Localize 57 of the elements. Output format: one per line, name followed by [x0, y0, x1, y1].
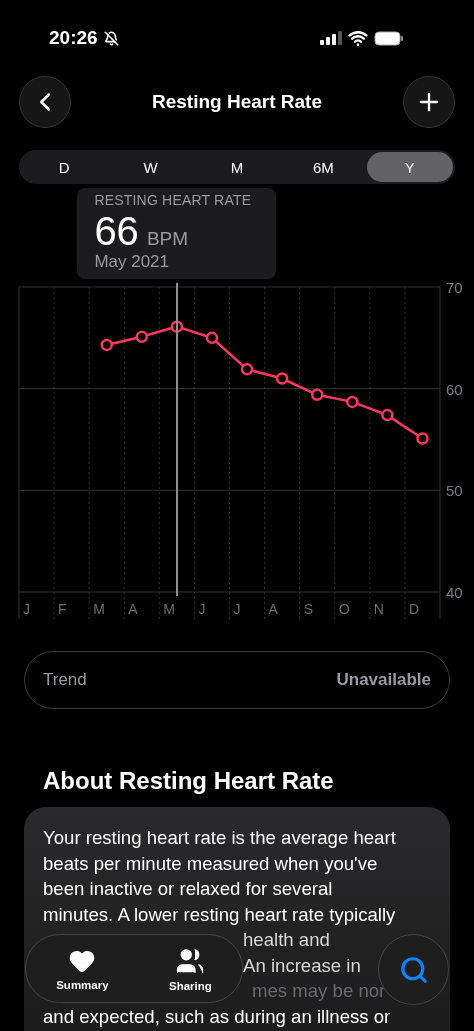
data-point: [100, 338, 113, 352]
wifi-icon: [348, 28, 368, 48]
search-icon: [398, 954, 429, 985]
data-point: [381, 408, 394, 422]
page-title: Resting Heart Rate: [152, 91, 322, 113]
data-point: [205, 331, 219, 345]
battery-icon: [374, 30, 404, 46]
axis-label: 70: [446, 279, 463, 296]
description-text: An increase in: [243, 954, 361, 976]
axis-label: J: [198, 601, 206, 617]
tooltip-value: 66: [94, 210, 139, 252]
data-point: [275, 372, 289, 385]
axis-label: M: [163, 601, 175, 617]
status-time: 20:26: [49, 27, 98, 49]
axis-label: 50: [446, 482, 463, 500]
range-tab[interactable]: D: [21, 152, 108, 182]
data-point: [170, 320, 184, 333]
axis-label: 60: [446, 380, 463, 398]
description-text: beats per minute measured when you've: [43, 852, 378, 874]
tooltip-unit: BPM: [146, 228, 189, 250]
range-tab[interactable]: M: [193, 152, 281, 182]
silent-icon: [103, 30, 119, 46]
description-text: mes may be nor: [252, 980, 386, 1001]
tab-item[interactable]: Sharing: [169, 945, 212, 992]
section-heading: About Resting Heart Rate: [43, 767, 335, 795]
axis-label: M: [93, 601, 105, 617]
data-point: [240, 363, 254, 376]
axis-label: F: [58, 601, 67, 617]
tooltip-date: May 2021: [94, 252, 171, 272]
data-point: [416, 432, 429, 445]
axis-label: J: [233, 601, 241, 617]
add-button[interactable]: [403, 76, 455, 128]
trend-label: Trend: [43, 670, 87, 690]
axis-label: O: [338, 601, 350, 617]
axis-label: N: [373, 601, 384, 617]
range-tab[interactable]: Y: [366, 152, 454, 182]
axis-label: S: [303, 601, 313, 617]
tab-item[interactable]: Summary: [56, 946, 109, 991]
back-button[interactable]: [19, 76, 71, 128]
range-tab[interactable]: W: [107, 152, 194, 182]
data-point: [310, 388, 324, 401]
description-text: minutes. A lower resting heart rate typically: [43, 903, 396, 925]
trend-value: Unavailable: [336, 670, 431, 690]
axis-label: J: [23, 601, 30, 617]
axis-label: 40: [446, 584, 463, 601]
signal-icon: [320, 31, 342, 45]
axis-label: D: [408, 601, 420, 617]
data-point: [346, 395, 359, 409]
description-text: and expected, such as during an illness or: [43, 1005, 391, 1027]
range-tab[interactable]: 6M: [280, 152, 367, 182]
axis-label: A: [268, 601, 278, 617]
description-text: health and: [243, 929, 330, 950]
description-text: been inactive or relaxed for several: [43, 878, 333, 899]
data-point: [135, 330, 149, 344]
axis-label: A: [128, 601, 138, 617]
tooltip-label: RESTING HEART RATE: [94, 192, 253, 208]
description-text: Your resting heart rate is the average heart: [43, 827, 396, 848]
